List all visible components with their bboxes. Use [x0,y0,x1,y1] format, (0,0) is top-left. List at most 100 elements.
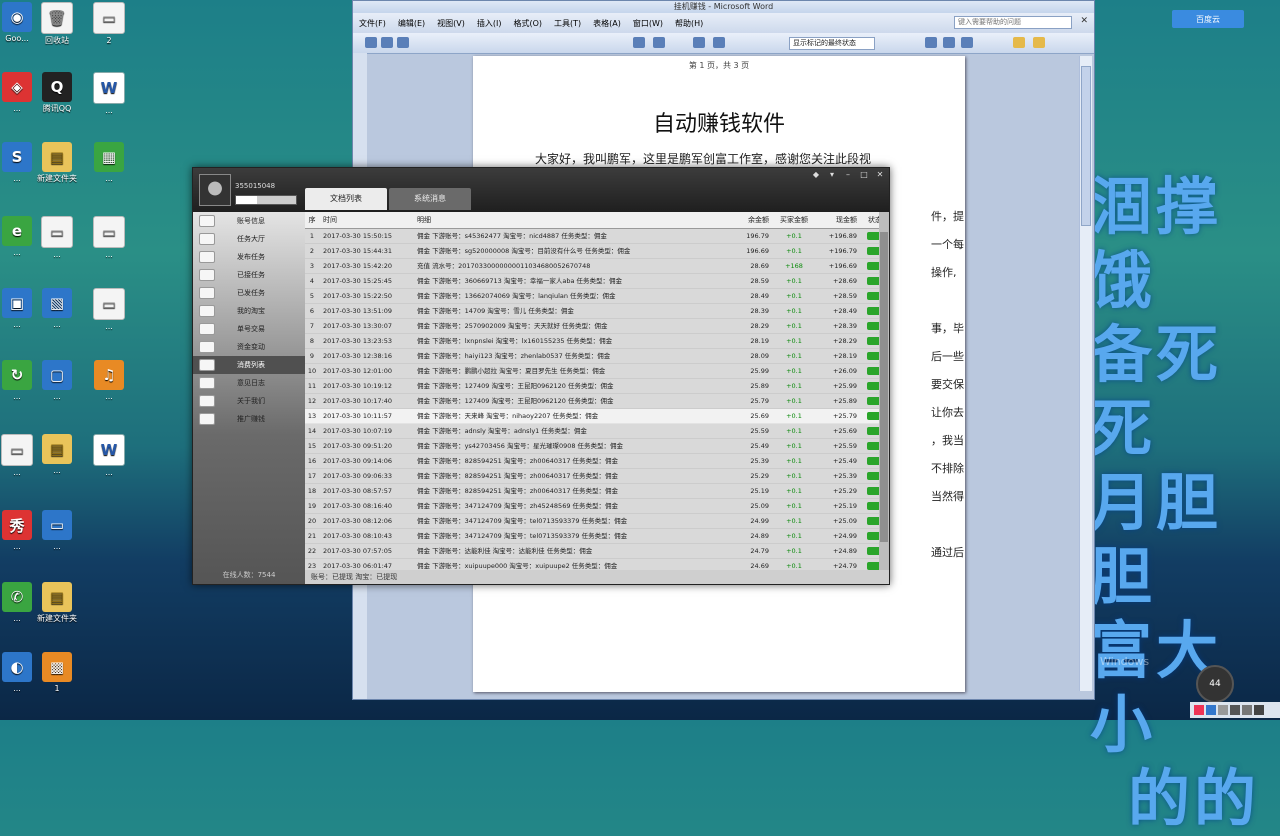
word-title-bar[interactable]: 挂机赚钱 - Microsoft Word [353,1,1094,13]
desktop-icon[interactable]: ▭... [32,510,82,552]
sidebar-item[interactable]: 已发任务 [193,284,305,302]
table-row[interactable]: 16 2017-03-30 09:14:06 佣金 下游账号：828594251 淘… [305,454,889,469]
system-tray[interactable] [1190,702,1280,718]
track-icon[interactable] [925,37,937,48]
minimize-icon[interactable]: – [843,171,853,179]
help-search-input[interactable] [954,16,1072,29]
col-amount[interactable]: 现金额 [815,212,861,228]
desktop-icon[interactable]: ▭... [84,216,134,260]
tray-moon-icon[interactable] [1218,705,1228,715]
tab-system-messages[interactable]: 系统消息 [389,188,471,210]
col-balance[interactable]: 余金额 [731,212,773,228]
highlight-icon[interactable] [1033,37,1045,48]
tray-sogou-icon[interactable] [1194,705,1204,715]
table-icon[interactable] [653,37,665,48]
menu-format[interactable]: 格式(O) [507,16,548,31]
desktop-icon[interactable]: ▭... [84,288,134,332]
reject-icon[interactable] [961,37,973,48]
menu-insert[interactable]: 插入(I) [471,16,508,31]
sidebar-item[interactable]: 推广赚钱 [193,410,305,428]
table-row[interactable]: 13 2017-03-30 10:11:57 佣金 下游账号：天来峰 淘宝号：nih… [305,409,889,424]
desktop-icon[interactable]: Q 腾讯QQ [32,72,82,114]
sidebar-item[interactable]: 单号交易 [193,320,305,338]
desktop-icon[interactable]: ▩ 1 [32,652,82,694]
save-icon[interactable] [365,37,377,48]
tab-doc-list[interactable]: 文档列表 [305,188,387,210]
table-row[interactable]: 17 2017-03-30 09:06:33 佣金 下游账号：828594251 淘… [305,469,889,484]
sidebar-item[interactable]: 已接任务 [193,266,305,284]
sidebar-item[interactable]: 任务大厅 [193,230,305,248]
close-icon[interactable]: ✕ [875,171,885,179]
col-win[interactable]: 买家金额 [773,212,815,228]
desktop-icon[interactable]: ▭... [32,216,82,260]
table-row[interactable]: 18 2017-03-30 08:57:57 佣金 下游账号：828594251 淘… [305,484,889,499]
skin-icon[interactable]: ◆ [811,171,821,179]
desktop-icon[interactable]: ▧... [32,288,82,330]
menu-view[interactable]: 视图(V) [431,16,471,31]
menu-help[interactable]: 帮助(H) [669,16,709,31]
sidebar-item[interactable]: 资金变动 [193,338,305,356]
desktop-icon[interactable]: ▤ 新建文件夹 [32,582,82,624]
table-row[interactable]: 4 2017-03-30 15:25:45 佣金 下游账号：360669713 淘宝… [305,274,889,289]
col-no[interactable]: 序 [305,212,319,228]
menu-tools[interactable]: 工具(T) [548,16,587,31]
scroll-thumb[interactable] [1081,66,1091,226]
menu-table[interactable]: 表格(A) [587,16,627,31]
menu-file[interactable]: 文件(F) [353,16,392,31]
table-scroll-thumb[interactable] [880,232,888,542]
comment-icon[interactable] [1013,37,1025,48]
accept-icon[interactable] [943,37,955,48]
desktop-icon[interactable]: W... [84,72,134,116]
close-icon[interactable]: ✕ [1080,16,1088,26]
table-row[interactable]: 11 2017-03-30 10:19:12 佣金 下游账号：127409 淘宝号：… [305,379,889,394]
table-row[interactable]: 22 2017-03-30 07:57:05 佣金 下游账号：达能利佳 淘宝号：达能… [305,544,889,559]
table-row[interactable]: 5 2017-03-30 15:22:50 佣金 下游账号：13662074069 … [305,289,889,304]
col-detail[interactable]: 明细 [413,212,731,228]
table-row[interactable]: 21 2017-03-30 08:10:43 佣金 下游账号：347124709 淘… [305,529,889,544]
avatar[interactable] [199,174,231,206]
sidebar-item[interactable]: 我的淘宝 [193,302,305,320]
table-row[interactable]: 3 2017-03-30 15:42:20 充值 流水号：2017033000000… [305,259,889,274]
desktop-icon[interactable]: ▤... [32,434,82,476]
table-row[interactable]: 15 2017-03-30 09:51:20 佣金 下游账号：ys42703456 … [305,439,889,454]
sidebar-item[interactable]: 发布任务 [193,248,305,266]
table-scrollbar[interactable] [879,212,889,570]
table-row[interactable]: 7 2017-03-30 13:30:07 佣金 下游账号：2570902009 淘… [305,319,889,334]
sidebar-item[interactable]: 消费列表 [193,356,305,374]
table-row[interactable]: 6 2017-03-30 13:51:09 佣金 下游账号：14709 淘宝号：雪儿… [305,304,889,319]
table-row[interactable]: 1 2017-03-30 15:50:15 佣金 下游账号：s45362477 淘宝… [305,229,889,244]
table-row[interactable]: 10 2017-03-30 12:01:00 佣金 下游账号：鹏鹏小超拉 淘宝号：夏… [305,364,889,379]
tray-chinese-icon[interactable] [1206,705,1216,715]
vertical-scrollbar[interactable] [1079,56,1092,691]
desktop-icon[interactable]: W... [84,434,134,478]
sidebar-item[interactable]: 账号信息 [193,212,305,230]
tray-punct-icon[interactable] [1230,705,1240,715]
paragraph-icon[interactable] [713,37,725,48]
table-row[interactable]: 2 2017-03-30 15:44:31 佣金 下游账号：sg520000008 … [305,244,889,259]
desktop-icon[interactable]: ▭ 2 [84,2,134,46]
table-row[interactable]: 9 2017-03-30 12:38:16 佣金 下游账号：haiyi123 淘宝号… [305,349,889,364]
baidu-cloud-badge[interactable]: 百度云 [1172,10,1244,28]
menu-icon[interactable]: ▾ [827,171,837,179]
table-row[interactable]: 8 2017-03-30 13:23:53 佣金 下游账号：lxnpnslei 淘宝… [305,334,889,349]
desktop-icon[interactable]: ♫... [84,360,134,402]
menu-window[interactable]: 窗口(W) [627,16,669,31]
tray-keyboard-icon[interactable] [1242,705,1252,715]
col-time[interactable]: 时间 [319,212,413,228]
menu-edit[interactable]: 编辑(E) [392,16,431,31]
desktop-icon[interactable]: ▦... [84,142,134,184]
sidebar-item[interactable]: 关于我们 [193,392,305,410]
columns-icon[interactable] [693,37,705,48]
table-row[interactable]: 14 2017-03-30 10:07:19 佣金 下游账号：adnsly 淘宝号：… [305,424,889,439]
desktop-icon[interactable]: 🗑 回收站 [32,2,82,46]
maximize-icon[interactable]: □ [859,171,869,179]
table-row[interactable]: 20 2017-03-30 08:12:06 佣金 下游账号：347124709 淘… [305,514,889,529]
desktop-icon[interactable]: ▢... [32,360,82,402]
table-row[interactable]: 12 2017-03-30 10:17:40 佣金 下游账号：127409 淘宝号：… [305,394,889,409]
table-row[interactable]: 19 2017-03-30 08:16:40 佣金 下游账号：347124709 淘… [305,499,889,514]
table-row[interactable]: 23 2017-03-30 06:01:47 佣金 下游账号：xuipuupe000… [305,559,889,570]
zoom-icon[interactable] [633,37,645,48]
sidebar-item[interactable]: 意见日志 [193,374,305,392]
markup-select[interactable]: 显示标记的最终状态 [789,37,875,50]
desktop-icon[interactable]: ▤ 新建文件夹 [32,142,82,184]
